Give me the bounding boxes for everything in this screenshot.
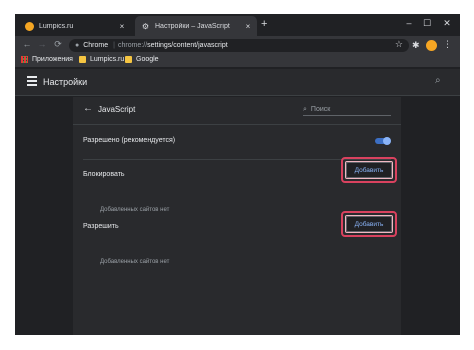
maximize-button[interactable]: ☐	[420, 18, 434, 29]
url-separator: |	[113, 42, 115, 49]
bookmark-label: Google	[136, 56, 159, 63]
menu-dots-icon[interactable]: ⋮	[443, 39, 452, 50]
apps-icon	[21, 56, 28, 63]
bookmark-google[interactable]: Google	[125, 56, 159, 63]
tab-title: Настройки – JavaScript	[155, 22, 230, 30]
hamburger-menu-icon[interactable]	[27, 76, 37, 86]
avatar[interactable]	[426, 40, 437, 51]
javascript-settings-card: ← JavaScript ⌕ Поиск Разрешено (рекоменд…	[73, 97, 401, 335]
back-arrow-icon[interactable]: ←	[83, 103, 93, 114]
search-icon: ⌕	[303, 105, 307, 113]
gear-icon: ⚙	[141, 21, 150, 31]
block-add-button[interactable]: Добавить	[346, 162, 392, 178]
bookmarks-bar: Приложения Lumpics.ru Google	[15, 55, 460, 68]
settings-title: Настройки	[43, 77, 88, 87]
page-title: JavaScript	[98, 105, 136, 114]
back-button[interactable]: ←	[21, 39, 33, 49]
allow-add-highlight: Добавить	[341, 211, 397, 237]
tab-strip: Lumpics.ru × ⚙ Настройки – JavaScript × …	[15, 14, 460, 36]
extensions-icon[interactable]: ✱	[412, 40, 420, 51]
folder-icon	[125, 56, 132, 63]
site-label: Chrome	[83, 42, 109, 49]
new-tab-button[interactable]: +	[261, 18, 267, 30]
forward-button[interactable]: →	[36, 39, 48, 49]
lumpics-favicon-icon	[25, 21, 34, 31]
tab-close-icon[interactable]: ×	[117, 22, 127, 31]
allowed-toggle[interactable]	[375, 137, 391, 145]
settings-content: ← JavaScript ⌕ Поиск Разрешено (рекоменд…	[15, 97, 460, 335]
close-window-button[interactable]: ✕	[440, 18, 454, 29]
search-placeholder: Поиск	[310, 106, 331, 113]
tab-lumpics[interactable]: Lumpics.ru ×	[19, 16, 131, 36]
block-empty-text: Добавленных сайтов нет	[100, 207, 170, 213]
allow-add-button[interactable]: Добавить	[346, 216, 392, 232]
allow-empty-text: Добавленных сайтов нет	[100, 259, 170, 265]
tab-close-icon[interactable]: ×	[243, 22, 253, 31]
address-bar[interactable]: ● Chrome | chrome:// settings/content/ja…	[69, 39, 409, 52]
browser-window: Lumpics.ru × ⚙ Настройки – JavaScript × …	[15, 14, 460, 335]
bookmark-label: Приложения	[32, 56, 73, 63]
browser-toolbar: ← → ⟳ ● Chrome | chrome:// settings/cont…	[15, 36, 460, 55]
scrollbar[interactable]	[445, 97, 451, 335]
divider	[73, 124, 401, 125]
search-input[interactable]: ⌕ Поиск	[303, 104, 391, 116]
folder-icon	[79, 56, 86, 63]
bookmark-lumpics[interactable]: Lumpics.ru	[79, 56, 124, 63]
url-path: settings/content/javascript	[147, 42, 228, 49]
allowed-label: Разрешено (рекомендуется)	[83, 137, 176, 144]
bookmark-apps[interactable]: Приложения	[21, 56, 73, 63]
chrome-icon: ●	[75, 42, 80, 49]
tab-settings-javascript[interactable]: ⚙ Настройки – JavaScript ×	[135, 16, 257, 36]
toggle-knob	[383, 137, 391, 145]
url-scheme: chrome://	[117, 42, 148, 49]
tab-title: Lumpics.ru	[39, 22, 74, 30]
minimize-button[interactable]: –	[402, 18, 416, 28]
block-add-highlight: Добавить	[341, 157, 397, 183]
block-section-label: Блокировать	[83, 171, 125, 178]
settings-header: Настройки ⌕	[15, 69, 460, 96]
search-icon[interactable]: ⌕	[435, 75, 441, 86]
bookmark-star-icon[interactable]: ☆	[395, 39, 403, 50]
highlight-inner: Добавить	[345, 215, 393, 233]
reload-button[interactable]: ⟳	[52, 39, 64, 50]
bookmark-label: Lumpics.ru	[90, 56, 125, 63]
highlight-inner: Добавить	[345, 161, 393, 179]
allow-section-label: Разрешить	[83, 223, 119, 230]
